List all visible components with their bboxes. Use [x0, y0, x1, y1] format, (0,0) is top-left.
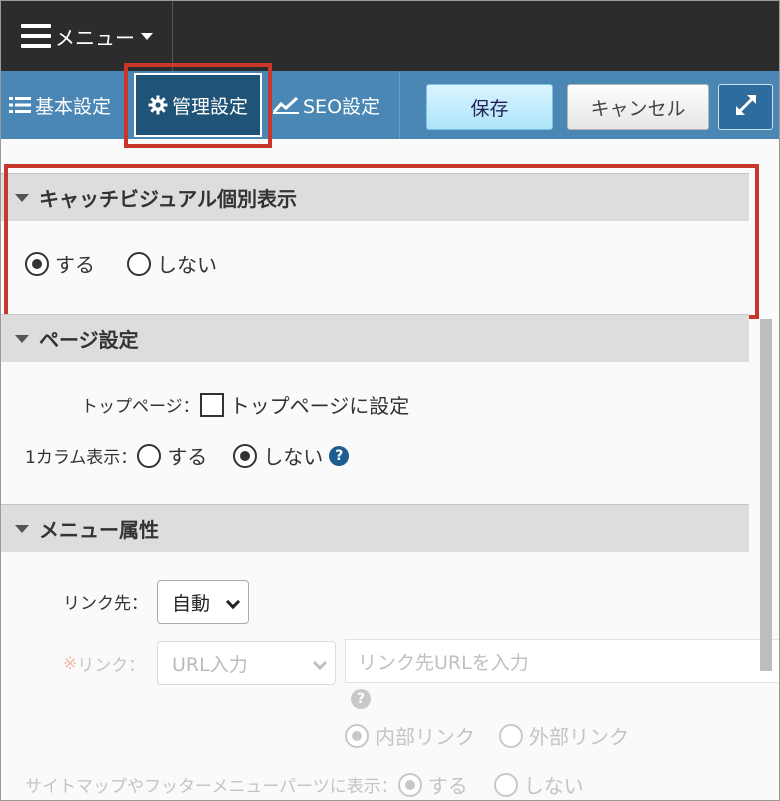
one-column-radio-on[interactable] — [137, 443, 162, 468]
top-page-label: トップページ： — [81, 397, 200, 417]
help-icon[interactable]: ? — [351, 689, 371, 709]
tab-divider — [399, 71, 400, 139]
sitemap-label: サイトマップやフッターメニューパーツに表示： — [25, 777, 398, 797]
tab-basic-settings[interactable]: 基本設定 — [9, 71, 111, 139]
scrollbar[interactable] — [760, 319, 772, 671]
hamburger-icon — [21, 24, 51, 48]
highlight-outline-section — [4, 164, 759, 319]
top-bar: メニュー — [1, 1, 779, 71]
one-column-label: 1カラム表示： — [25, 448, 138, 468]
expand-button[interactable] — [718, 84, 773, 130]
menu-button[interactable]: メニュー — [1, 1, 173, 71]
link-kind-internal-label: 内部リンク — [375, 725, 475, 749]
link-type-value: URL入力 — [172, 653, 248, 676]
one-column-on-label: する — [167, 445, 208, 469]
section-header-page-settings[interactable]: ページ設定 — [1, 314, 749, 362]
section-header-menu-attributes[interactable]: メニュー属性 — [1, 504, 749, 552]
highlight-outline-tab — [124, 63, 272, 148]
sitemap-radio-on[interactable] — [397, 772, 422, 797]
chevron-down-icon — [312, 655, 328, 671]
link-dest-value: 自動 — [172, 592, 211, 615]
link-kind-external-radio[interactable] — [499, 723, 523, 748]
editor-panel: メニュー 基本設定 管理設定 SEO設定 保存 キャンセル キャッチビジュアル個… — [0, 0, 780, 801]
sitemap-row: サイトマップやフッターメニューパーツに表示： する しない — [25, 770, 584, 799]
top-page-row: トップページ： トップページに設定 — [81, 390, 409, 419]
expand-icon — [733, 92, 759, 123]
top-page-checkbox[interactable] — [199, 392, 224, 417]
section-title-page-settings: ページ設定 — [39, 328, 139, 352]
line-chart-icon — [273, 96, 299, 114]
link-dest-select[interactable]: 自動 — [157, 580, 249, 624]
url-input[interactable]: リンク先URLを入力 — [345, 639, 779, 683]
sitemap-off-label: しない — [523, 774, 584, 798]
link-kind-external-label: 外部リンク — [529, 725, 629, 749]
section-title-menu-attributes: メニュー属性 — [39, 518, 159, 542]
collapse-triangle-icon — [15, 334, 29, 343]
link-kind-row: 内部リンク 外部リンク — [345, 721, 629, 750]
cancel-button[interactable]: キャンセル — [567, 84, 709, 130]
caret-down-icon — [141, 32, 153, 40]
list-icon — [9, 96, 31, 114]
link-kind-internal-radio[interactable] — [345, 723, 369, 748]
sitemap-radio-off[interactable] — [493, 772, 518, 797]
save-button[interactable]: 保存 — [426, 84, 553, 130]
one-column-radio-off[interactable] — [233, 443, 258, 468]
tab-seo-label: SEO設定 — [303, 95, 381, 118]
chevron-down-icon — [225, 594, 241, 610]
one-column-row: 1カラム表示： する しない ? — [25, 441, 350, 470]
tab-basic-label: 基本設定 — [35, 95, 112, 118]
required-mark: ※ — [63, 653, 78, 674]
link-dest-label: リンク先： — [63, 594, 148, 614]
top-page-checkbox-label: トップページに設定 — [229, 394, 410, 418]
one-column-off-label: しない — [263, 445, 324, 469]
link-label-row: ※ リンク： — [63, 651, 146, 677]
link-label: リンク： — [77, 656, 146, 676]
url-placeholder: リンク先URLを入力 — [358, 651, 529, 674]
sitemap-on-label: する — [427, 774, 468, 798]
link-type-select[interactable]: URL入力 — [157, 641, 336, 685]
help-icon[interactable]: ? — [329, 445, 350, 466]
collapse-triangle-icon — [15, 524, 29, 533]
tab-seo-settings[interactable]: SEO設定 — [273, 71, 380, 139]
menu-label: メニュー — [55, 25, 135, 50]
